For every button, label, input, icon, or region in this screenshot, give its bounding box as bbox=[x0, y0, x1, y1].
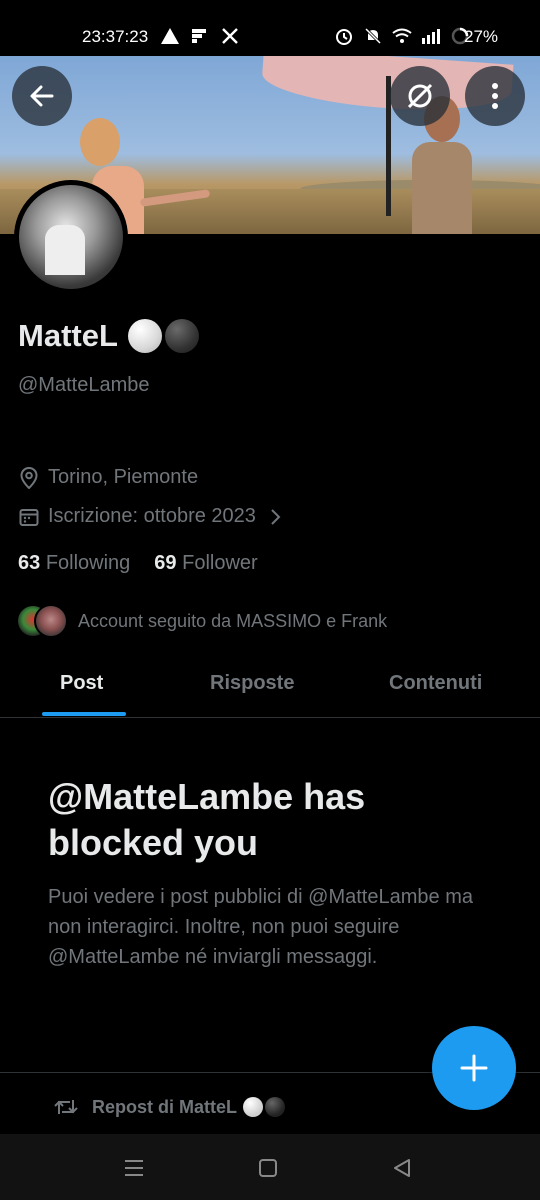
following-link[interactable]: 63 Following bbox=[18, 552, 130, 575]
grok-icon bbox=[407, 83, 433, 109]
following-label: Following bbox=[45, 552, 131, 574]
location-pin-icon bbox=[18, 466, 40, 489]
followed-by-text: Account seguito da MASSIMO e Frank bbox=[78, 610, 388, 631]
tab-post[interactable]: Post bbox=[60, 672, 103, 695]
mute-icon bbox=[363, 26, 383, 46]
back-button[interactable] bbox=[12, 66, 72, 126]
tab-risposte[interactable]: Risposte bbox=[210, 672, 294, 695]
clock: 23:37:23 bbox=[82, 27, 149, 46]
plus-icon bbox=[460, 1054, 488, 1082]
battery-percent: 27% bbox=[464, 27, 499, 46]
white-circle-icon bbox=[243, 1097, 264, 1117]
blocked-title: @MatteLambe has blocked you bbox=[48, 776, 366, 863]
flipboard-icon bbox=[190, 26, 210, 46]
recent-apps-button[interactable] bbox=[120, 1154, 148, 1182]
repost-indicator[interactable]: Repost di MatteL bbox=[54, 1095, 286, 1119]
followers-label: Follower bbox=[182, 552, 258, 574]
join-date-text: Iscrizione: ottobre 2023 bbox=[48, 505, 256, 527]
profile-tabs: Post Risposte Contenuti bbox=[0, 655, 540, 718]
followers-you-know-avatars bbox=[16, 604, 70, 638]
profile-avatar[interactable] bbox=[14, 180, 128, 294]
white-circle-icon bbox=[127, 319, 162, 353]
profile-name-text: MatteL bbox=[18, 318, 118, 353]
mutual-avatar bbox=[34, 604, 68, 638]
repost-label: Repost di MatteL bbox=[92, 1096, 238, 1117]
followed-by-row[interactable]: Account seguito da MASSIMO e Frank bbox=[16, 604, 387, 638]
square-icon bbox=[259, 1159, 277, 1177]
home-button[interactable] bbox=[254, 1154, 282, 1182]
signal-icon bbox=[421, 26, 441, 46]
profile-name: MatteL bbox=[18, 318, 199, 354]
arrow-left-icon bbox=[30, 85, 54, 107]
triangle-back-icon bbox=[394, 1159, 410, 1177]
profile-join-date[interactable]: Iscrizione: ottobre 2023 bbox=[18, 505, 294, 528]
menu-lines-icon bbox=[125, 1160, 143, 1176]
calendar-icon bbox=[18, 506, 40, 528]
wifi-icon bbox=[392, 26, 412, 46]
system-navigation-bar bbox=[0, 1134, 540, 1200]
navigation-arrow-icon bbox=[160, 26, 180, 46]
black-circle-icon bbox=[164, 319, 199, 353]
followers-count: 69 bbox=[154, 552, 177, 574]
black-circle-icon bbox=[265, 1097, 286, 1117]
more-button[interactable] bbox=[465, 66, 525, 126]
following-count: 63 bbox=[18, 552, 41, 574]
repost-icon bbox=[54, 1095, 78, 1119]
grok-button[interactable] bbox=[390, 66, 450, 126]
profile-handle: @MatteLambe bbox=[18, 374, 150, 396]
followers-link[interactable]: 69 Follower bbox=[154, 552, 257, 575]
avatar-image bbox=[19, 185, 123, 289]
status-bar: 23:37:23 27% bbox=[0, 0, 540, 56]
active-tab-indicator bbox=[42, 712, 126, 716]
chevron-right-icon bbox=[264, 506, 286, 528]
profile-location: Torino, Piemonte bbox=[18, 466, 198, 489]
tab-contenuti[interactable]: Contenuti bbox=[389, 672, 482, 695]
more-vertical-icon bbox=[492, 83, 498, 109]
blocked-description: Puoi vedere i post pubblici di @MatteLam… bbox=[48, 886, 473, 968]
x-logo-icon bbox=[220, 26, 240, 46]
system-back-button[interactable] bbox=[388, 1154, 416, 1182]
compose-post-button[interactable] bbox=[432, 1026, 516, 1110]
name-emoji-circles bbox=[127, 319, 199, 353]
alarm-icon bbox=[334, 26, 354, 46]
follow-counts: 63 Following 69 Follower bbox=[18, 552, 258, 575]
location-text: Torino, Piemonte bbox=[48, 466, 199, 488]
